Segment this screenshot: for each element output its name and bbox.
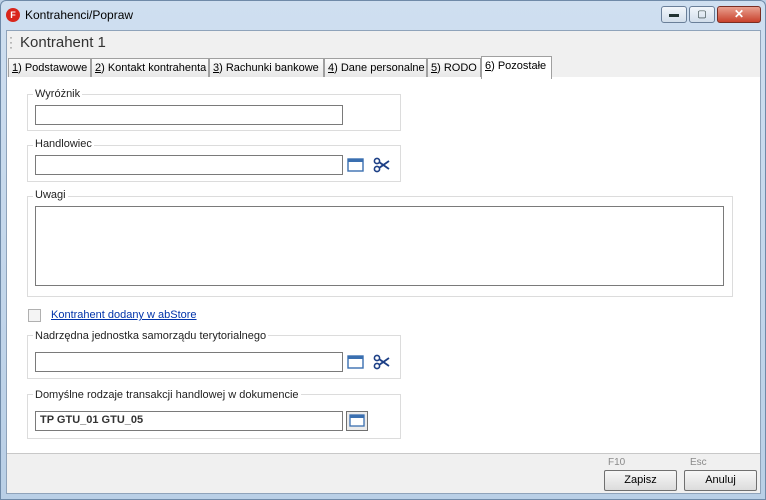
folder-icon[interactable] bbox=[347, 156, 365, 174]
scissors-icon[interactable] bbox=[373, 156, 391, 174]
transakcje-input[interactable]: TP GTU_01 GTU_05 bbox=[35, 411, 343, 431]
wyroznik-input[interactable] bbox=[35, 105, 343, 125]
tab-label: ) Dane personalne bbox=[334, 62, 425, 74]
tab-pozostale[interactable]: 6) Pozostałe bbox=[481, 56, 552, 79]
save-button[interactable]: Zapisz bbox=[604, 470, 677, 491]
title-bar[interactable]: F Kontrahenci/Popraw ▬ ▢ ✕ bbox=[1, 1, 765, 29]
transakcje-label: Domyślne rodzaje transakcji handlowej w … bbox=[33, 389, 301, 401]
abstore-link[interactable]: Kontrahent dodany w abStore bbox=[51, 309, 197, 321]
tab-label: ) Rachunki bankowe bbox=[219, 62, 319, 74]
browse-button-icon[interactable] bbox=[346, 411, 368, 431]
handlowiec-input[interactable] bbox=[35, 155, 343, 175]
cancel-button[interactable]: Anuluj bbox=[684, 470, 757, 491]
maximize-button[interactable]: ▢ bbox=[689, 6, 715, 23]
tab-label: ) Kontakt kontrahenta bbox=[101, 62, 207, 74]
dialog-window: F Kontrahenci/Popraw ▬ ▢ ✕ · · · Kontrahen… bbox=[0, 0, 766, 500]
close-button[interactable]: ✕ bbox=[717, 6, 761, 23]
uwagi-label: Uwagi bbox=[33, 189, 68, 201]
tab-label: ) Podstawowe bbox=[18, 62, 88, 74]
tab-rodo[interactable]: 5) RODO bbox=[427, 58, 481, 78]
wyroznik-label: Wyróżnik bbox=[33, 88, 83, 100]
tab-label: ) RODO bbox=[437, 62, 477, 74]
uwagi-textarea[interactable] bbox=[35, 206, 724, 286]
abstore-checkbox[interactable] bbox=[28, 309, 41, 322]
save-hotkey: F10 bbox=[608, 457, 626, 468]
record-header: · · · Kontrahent 1 bbox=[7, 31, 760, 55]
tab-podstawowe[interactable]: 1) Podstawowe bbox=[8, 58, 91, 78]
app-icon: F bbox=[6, 8, 20, 22]
dialog-client-area: · · · Kontrahent 1 1) Podstawowe 2) Kontak… bbox=[6, 30, 761, 494]
tab-kontakt-kontrahenta[interactable]: 2) Kontakt kontrahenta bbox=[91, 58, 209, 78]
window-title: Kontrahenci/Popraw bbox=[25, 8, 134, 22]
scissors-icon[interactable] bbox=[373, 353, 391, 371]
drag-grip-icon: · · · bbox=[9, 30, 13, 54]
folder-icon[interactable] bbox=[347, 353, 365, 371]
jst-input[interactable] bbox=[35, 352, 343, 372]
jst-label: Nadrzędna jednostka samorządu terytorial… bbox=[33, 330, 269, 342]
minimize-button[interactable]: ▬ bbox=[661, 6, 687, 23]
cancel-hotkey: Esc bbox=[690, 457, 707, 468]
tab-rachunki-bankowe[interactable]: 3) Rachunki bankowe bbox=[209, 58, 324, 78]
tab-dane-personalne[interactable]: 4) Dane personalne bbox=[324, 58, 427, 78]
footer-bar: F10 Esc Zapisz Anuluj bbox=[7, 453, 760, 493]
tab-label: ) Pozostałe bbox=[491, 60, 547, 72]
record-title: Kontrahent 1 bbox=[20, 34, 106, 51]
handlowiec-label: Handlowiec bbox=[33, 138, 94, 150]
